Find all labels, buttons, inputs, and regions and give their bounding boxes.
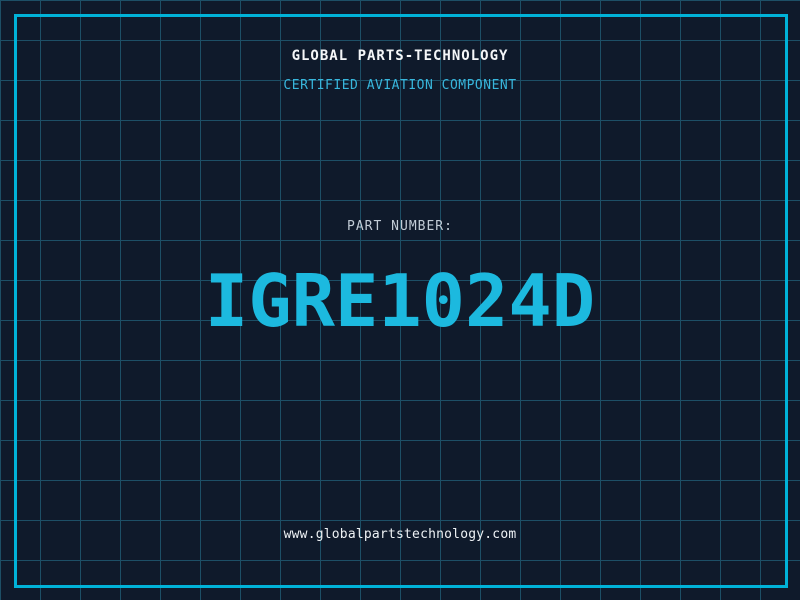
certification-tagline: CERTIFIED AVIATION COMPONENT (283, 78, 517, 93)
website-url: www.globalpartstechnology.com (283, 527, 517, 542)
blueprint-label: GLOBAL PARTS-TECHNOLOGY CERTIFIED AVIATI… (0, 0, 800, 600)
part-number-value: IGRE1024D (204, 259, 596, 343)
part-number-label: PART NUMBER: (347, 219, 453, 234)
company-name: GLOBAL PARTS-TECHNOLOGY (291, 48, 509, 64)
